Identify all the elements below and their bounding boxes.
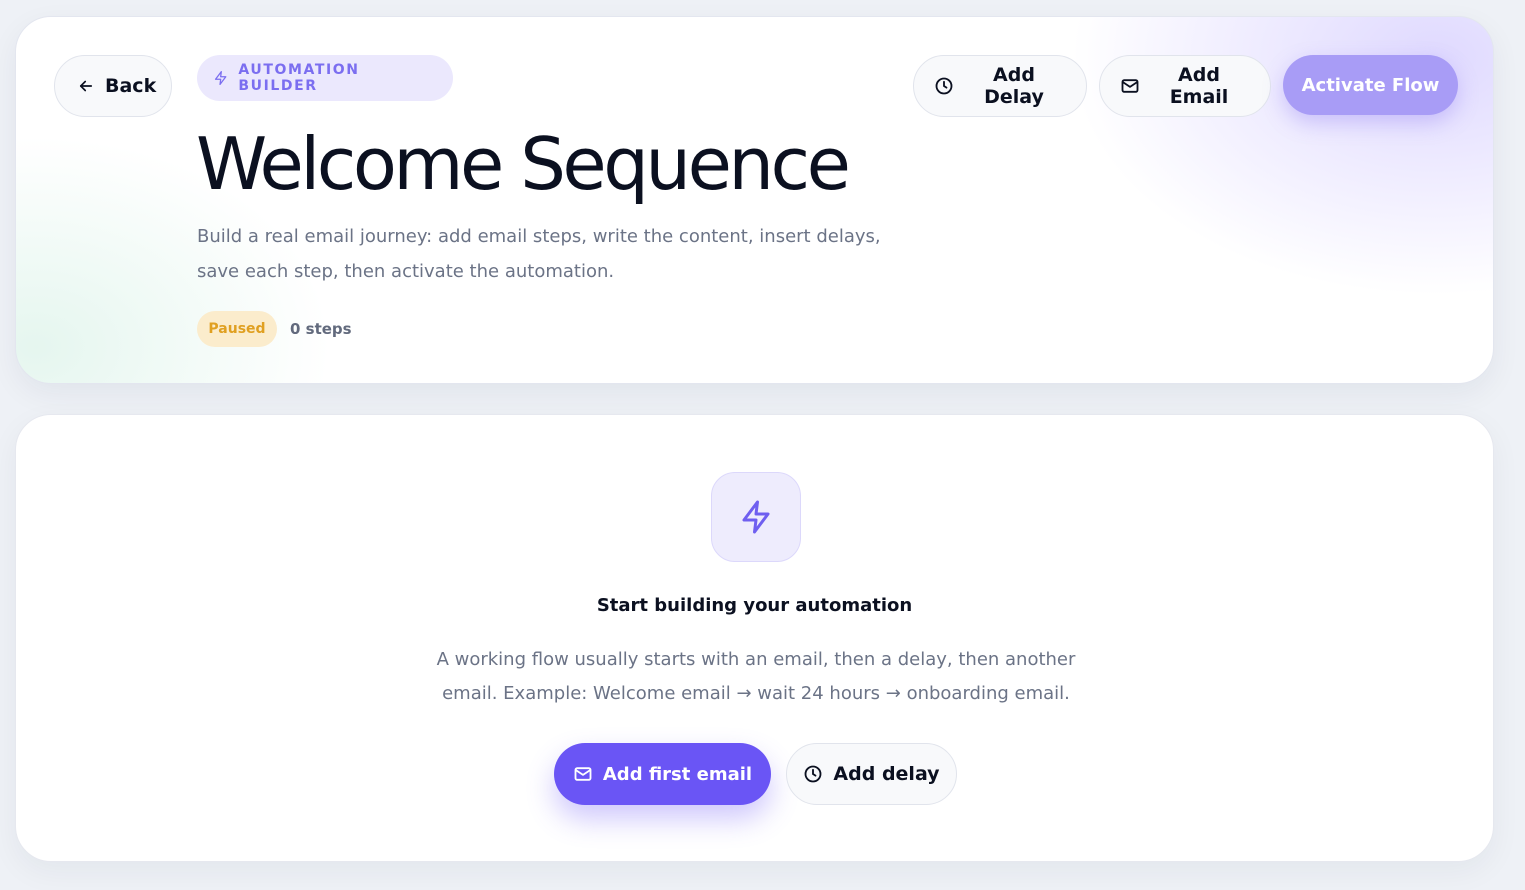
mail-icon	[574, 767, 592, 781]
add-first-email-button[interactable]: Add first email	[554, 743, 771, 805]
header-card: Back AUTOMATION BUILDER Welcome Sequence…	[15, 16, 1494, 384]
add-first-email-label: Add first email	[602, 763, 753, 785]
empty-state-icon-tile	[711, 472, 801, 562]
status-badge: Paused	[197, 311, 277, 347]
lightning-bolt-icon	[742, 500, 770, 534]
page-subtitle: Build a real email journey: add email st…	[197, 226, 881, 282]
clock-icon	[935, 77, 953, 95]
clock-icon	[805, 765, 822, 783]
empty-state-card: Start building your automation A working…	[15, 414, 1494, 862]
empty-state-description: A working flow usually starts with an em…	[436, 649, 1076, 704]
add-delay-empty-button[interactable]: Add delay	[786, 743, 957, 805]
badge-label: AUTOMATION BUILDER	[238, 62, 360, 94]
add-delay-button[interactable]: Add Delay	[913, 55, 1087, 117]
steps-count: 0 steps	[290, 320, 352, 338]
back-button-label: Back	[105, 75, 157, 97]
add-delay-empty-label: Add delay	[833, 763, 940, 785]
page-title: Welcome Sequence	[196, 122, 851, 206]
back-button[interactable]: Back	[54, 55, 172, 117]
arrow-left-icon	[79, 80, 93, 92]
lightning-bolt-icon	[214, 70, 227, 86]
add-email-button[interactable]: Add Email	[1099, 55, 1271, 117]
automation-builder-badge: AUTOMATION BUILDER	[197, 55, 453, 101]
add-delay-label: Add Delay	[984, 64, 1044, 108]
mail-icon	[1121, 79, 1139, 93]
activate-flow-button[interactable]: Activate Flow	[1283, 55, 1458, 115]
add-email-label: Add Email	[1169, 64, 1229, 108]
automation-builder-page: Back AUTOMATION BUILDER Welcome Sequence…	[0, 0, 1525, 890]
empty-state-title: Start building your automation	[596, 595, 913, 616]
